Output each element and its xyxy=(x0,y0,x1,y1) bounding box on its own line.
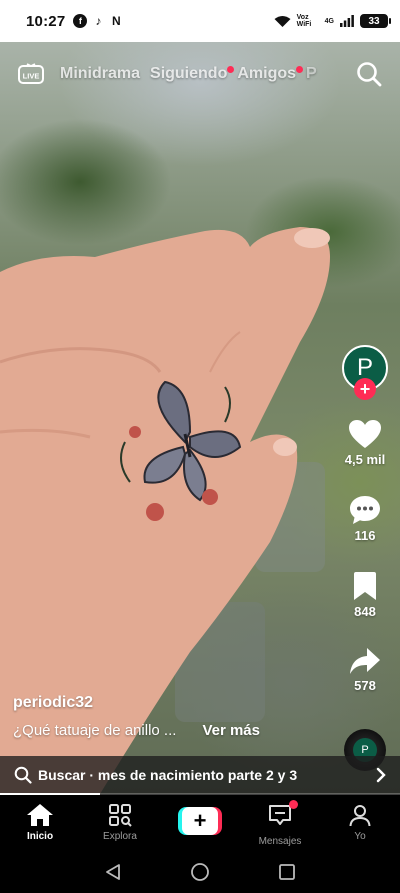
comment-count: 116 xyxy=(354,528,376,543)
live-icon[interactable]: LIVE xyxy=(18,63,44,85)
nav-messages-label: Mensajes xyxy=(258,836,302,847)
status-time: 10:27 xyxy=(26,12,66,30)
like-count: 4,5 mil xyxy=(344,452,386,467)
author-name[interactable]: periodic32 xyxy=(13,694,303,712)
plus-icon: + xyxy=(182,807,218,835)
comment-button[interactable]: 116 xyxy=(349,495,381,543)
nav-create[interactable]: + xyxy=(160,803,240,835)
recents-icon[interactable] xyxy=(278,863,296,881)
nav-explore[interactable]: Explora xyxy=(80,803,160,842)
top-tab-bar: LIVE Minidrama Siguiendo Amigos P xyxy=(0,58,400,90)
tab-para-ti[interactable]: P xyxy=(306,65,317,83)
tab-minidrama[interactable]: Minidrama xyxy=(60,65,140,83)
status-right: Voz WiFi 4G 33 xyxy=(274,14,391,28)
network-label: Voz WiFi xyxy=(296,14,312,28)
search-icon[interactable] xyxy=(356,61,382,87)
profile-icon xyxy=(349,805,371,827)
see-more-link[interactable]: Ver más xyxy=(202,722,260,739)
share-icon xyxy=(350,648,380,674)
facebook-icon: f xyxy=(73,14,88,28)
chevron-right-icon xyxy=(376,767,386,783)
tab-siguiendo-label: Siguiendo xyxy=(150,65,228,82)
wifi-icon xyxy=(274,15,291,27)
live-label: LIVE xyxy=(23,72,40,81)
battery-icon: 33 xyxy=(360,14,391,28)
search-suggestion-text: Buscar · mes de nacimiento parte 2 y 3 xyxy=(38,767,298,783)
back-icon[interactable] xyxy=(104,863,122,881)
tab-amigos[interactable]: Amigos xyxy=(237,65,304,83)
tiktok-icon: ♪ xyxy=(95,14,102,28)
action-rail: P + 4,5 mil 116 848 578 P xyxy=(338,345,392,771)
network-gen: 4G xyxy=(324,17,334,25)
inbox-icon xyxy=(269,805,291,825)
save-button[interactable]: 848 xyxy=(352,571,378,619)
nav-home[interactable]: Inicio xyxy=(0,803,80,842)
nav-profile[interactable]: Yo xyxy=(320,803,400,842)
search-suggestion-bar[interactable]: Buscar · mes de nacimiento parte 2 y 3 xyxy=(0,756,400,794)
comment-icon xyxy=(350,496,380,524)
home-icon xyxy=(27,804,53,826)
status-notification-icons: f ♪ N xyxy=(73,14,123,28)
caption-text: ¿Qué tatuaje de anillo ... xyxy=(13,722,177,739)
nav-home-label: Inicio xyxy=(26,831,54,842)
heart-icon xyxy=(349,420,381,448)
bookmark-icon xyxy=(354,572,376,600)
search-icon xyxy=(14,766,32,784)
create-button[interactable]: + xyxy=(178,807,222,835)
status-bar: 10:27 f ♪ N Voz WiFi 4G 33 xyxy=(0,0,400,42)
home-circle-icon[interactable] xyxy=(190,862,210,882)
nav-messages[interactable]: Mensajes xyxy=(240,800,320,847)
tab-amigos-label: Amigos xyxy=(237,65,297,82)
notification-dot xyxy=(296,66,304,73)
caption-description: ¿Qué tatuaje de anillo ... Ver más xyxy=(13,722,303,739)
share-button[interactable]: 578 xyxy=(349,647,381,693)
like-button[interactable]: 4,5 mil xyxy=(345,419,385,467)
notification-dot xyxy=(227,66,235,73)
tab-siguiendo[interactable]: Siguiendo xyxy=(150,65,235,83)
signal-icon xyxy=(340,15,354,27)
system-navigation-bar xyxy=(0,850,400,893)
explore-icon xyxy=(109,804,132,827)
n-app-icon: N xyxy=(112,14,121,28)
notification-dot xyxy=(289,800,298,809)
follow-button[interactable]: + xyxy=(354,378,376,400)
bottom-navigation: Inicio Explora + Mensajes Yo xyxy=(0,795,400,850)
nav-explore-label: Explora xyxy=(103,831,137,842)
save-count: 848 xyxy=(354,604,376,619)
share-count: 578 xyxy=(354,678,376,693)
avatar[interactable]: P + xyxy=(342,345,388,400)
nav-profile-label: Yo xyxy=(354,831,366,842)
video-caption: periodic32 ¿Qué tatuaje de anillo ... Ve… xyxy=(13,694,303,739)
